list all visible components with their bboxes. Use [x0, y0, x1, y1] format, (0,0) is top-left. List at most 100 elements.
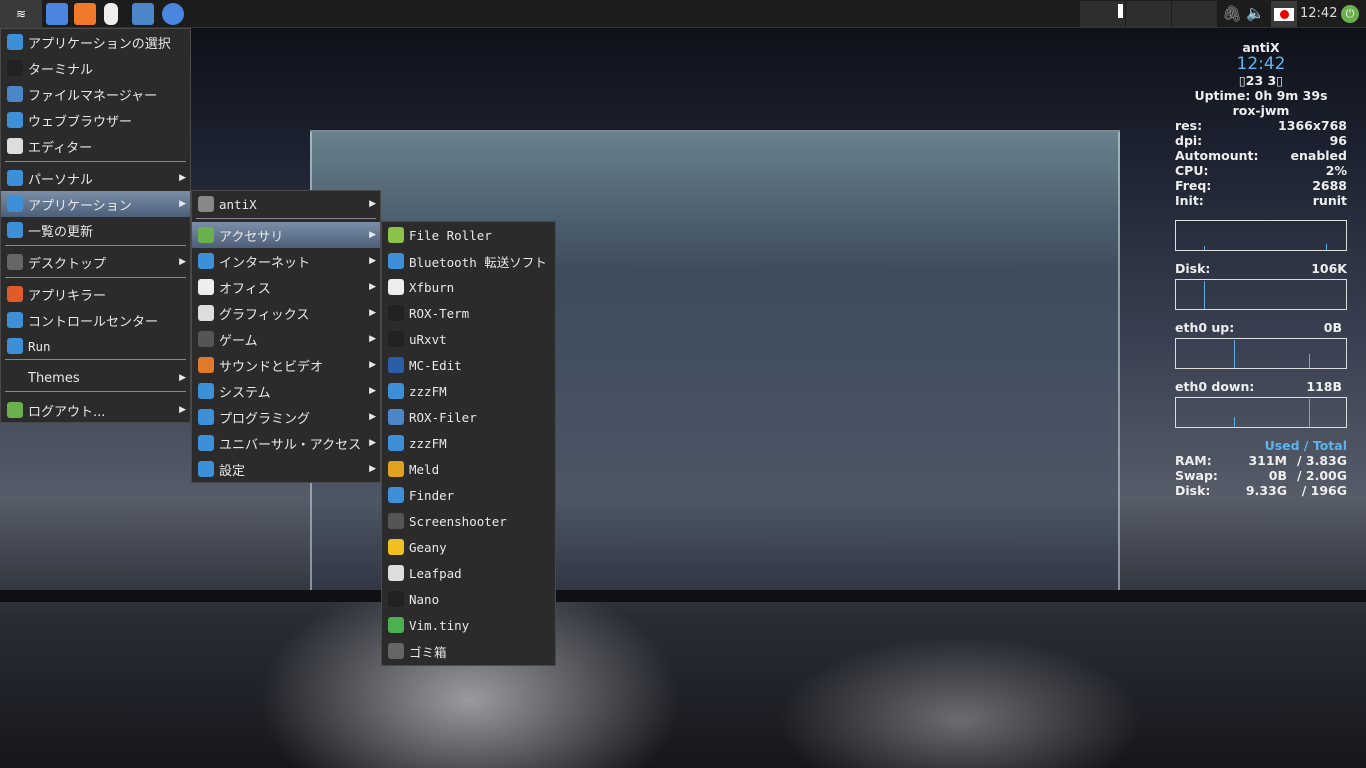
main-menu-item[interactable]: アプリケーション ▶	[1, 191, 190, 217]
kill-icon	[7, 286, 23, 302]
conky-row-value: runit	[1312, 193, 1347, 208]
main-menu-item[interactable]: Run	[1, 333, 190, 359]
apps-menu-item[interactable]: プログラミング ▶	[192, 404, 380, 430]
menu-item-label: ユニバーサル・アクセス	[219, 437, 362, 453]
menu-separator	[5, 391, 186, 392]
file-manager-icon[interactable]	[132, 3, 154, 25]
conky-row: Freq: 2688	[1175, 178, 1347, 193]
desktop-icon	[7, 254, 23, 270]
main-menu-item[interactable]: ファイルマネージャー	[1, 81, 190, 107]
accessories-menu-item[interactable]: zzzFM	[382, 430, 555, 456]
memory-label: RAM:	[1175, 453, 1212, 468]
main-menu-item[interactable]: ウェブブラウザー	[1, 107, 190, 133]
accessories-menu-item[interactable]: Finder	[382, 482, 555, 508]
main-menu-item[interactable]: 一覧の更新	[1, 217, 190, 243]
apps-icon	[7, 196, 23, 212]
main-menu-item[interactable]: デスクトップ ▶	[1, 249, 190, 275]
browser-icon[interactable]	[162, 3, 184, 25]
menu-item-label: アプリケーション	[28, 198, 132, 214]
menu-item-label: Meld	[409, 461, 440, 477]
apps-menu-item[interactable]: システム ▶	[192, 378, 380, 404]
accessories-menu-item[interactable]: Geany	[382, 534, 555, 560]
search-icon	[7, 34, 23, 50]
menu-item-label: 設定	[219, 463, 246, 479]
volume-icon[interactable]: 🔈	[1246, 4, 1265, 22]
conky-wm: rox-jwm	[1232, 103, 1290, 118]
folder-icon	[7, 86, 23, 102]
menu-item-label: グラフィックス	[219, 307, 310, 323]
clock[interactable]: 12:42	[1300, 6, 1337, 21]
pager-desktop-1[interactable]	[1080, 1, 1125, 27]
accessories-menu-item[interactable]: ROX-Filer	[382, 404, 555, 430]
accessories-menu-item[interactable]: ROX-Term	[382, 300, 555, 326]
keyboard-layout-flag-icon[interactable]	[1271, 1, 1297, 27]
main-menu-item[interactable]: コントロールセンター	[1, 307, 190, 333]
accessories-menu-item[interactable]: uRxvt	[382, 326, 555, 352]
main-menu-item[interactable]: アプリケーションの選択	[1, 29, 190, 55]
memory-label: Disk:	[1175, 483, 1211, 498]
accessories-menu-item[interactable]: Leafpad	[382, 560, 555, 586]
submenu-arrow-icon: ▶	[179, 405, 186, 415]
apps-menu-item[interactable]: オフィス ▶	[192, 274, 380, 300]
main-menu-item[interactable]: エディター	[1, 133, 190, 159]
apps-menu-item[interactable]: ゲーム ▶	[192, 326, 380, 352]
pager-desktop-3[interactable]	[1172, 1, 1217, 27]
main-menu-item[interactable]: パーソナル ▶	[1, 165, 190, 191]
menu-item-label: ログアウト...	[28, 404, 106, 420]
memory-total: / 2.00G	[1296, 468, 1347, 483]
submenu-arrow-icon: ▶	[369, 464, 376, 474]
accessories-menu-item[interactable]: Vim.tiny	[382, 612, 555, 638]
apps-menu-item[interactable]: アクセサリ ▶	[192, 222, 380, 248]
power-icon[interactable]: ⏻	[1341, 5, 1359, 23]
submenu-arrow-icon: ▶	[179, 199, 186, 209]
accessories-menu-item[interactable]: Bluetooth 転送ソフト	[382, 248, 555, 274]
clipboard-icon[interactable]: 🖇	[1222, 4, 1242, 23]
accessories-menu-item[interactable]: zzzFM	[382, 378, 555, 404]
menu-item-label: ゲーム	[219, 333, 258, 349]
main-menu-item[interactable]: アプリキラー	[1, 281, 190, 307]
apps-menu-item[interactable]: ユニバーサル・アクセス ▶	[192, 430, 380, 456]
conky-row: Init: runit	[1175, 193, 1347, 208]
accessories-menu-item[interactable]: Screenshooter	[382, 508, 555, 534]
eth0-down-graph	[1175, 397, 1347, 428]
menu-item-label: zzzFM	[409, 435, 447, 451]
apps-menu-item[interactable]: antiX ▶	[192, 191, 380, 217]
menu-separator	[5, 359, 186, 360]
trash-icon	[388, 643, 404, 659]
antix-menu-icon[interactable]: ≋	[0, 0, 42, 28]
control-center-icon	[7, 312, 23, 328]
accessories-menu-item[interactable]: ゴミ箱	[382, 638, 555, 664]
accessories-menu-item[interactable]: Xfburn	[382, 274, 555, 300]
submenu-arrow-icon: ▶	[369, 199, 376, 209]
editor-icon	[388, 565, 404, 581]
accessories-menu-item[interactable]: File Roller	[382, 222, 555, 248]
pager-desktop-2[interactable]	[1126, 1, 1171, 27]
conky-row: res: 1366x768	[1175, 118, 1347, 133]
accessories-menu-item[interactable]: MC-Edit	[382, 352, 555, 378]
apps-menu-item[interactable]: サウンドとビデオ ▶	[192, 352, 380, 378]
memory-label: Swap:	[1175, 468, 1218, 483]
zzzfm-icon	[388, 435, 404, 451]
menu-item-label: Vim.tiny	[409, 617, 470, 633]
apps-menu-item[interactable]: グラフィックス ▶	[192, 300, 380, 326]
apps-menu-item[interactable]: 設定 ▶	[192, 456, 380, 482]
menu-item-label: ROX-Term	[409, 305, 470, 321]
internet-icon	[198, 253, 214, 269]
accessories-menu-item[interactable]: Nano	[382, 586, 555, 612]
main-menu-item[interactable]: Themes ▶	[1, 365, 190, 391]
terminal-icon	[388, 305, 404, 321]
multimedia-icon	[198, 357, 214, 373]
menu-item-label: アクセサリ	[219, 229, 284, 245]
accessories-menu-item[interactable]: Meld	[382, 456, 555, 482]
conky-time: 12:42	[1236, 54, 1286, 74]
main-menu-item[interactable]: ターミナル	[1, 55, 190, 81]
update-icon[interactable]	[74, 3, 96, 25]
used-total-header: Used / Total	[1264, 438, 1347, 453]
system-icon	[198, 383, 214, 399]
conky-row-label: dpi:	[1175, 133, 1203, 148]
conky-date: ▯23 3▯	[1238, 73, 1284, 88]
usb-icon[interactable]	[104, 3, 118, 25]
email-icon[interactable]	[46, 3, 68, 25]
apps-menu-item[interactable]: インターネット ▶	[192, 248, 380, 274]
main-menu-item[interactable]: ログアウト... ▶	[1, 397, 190, 423]
